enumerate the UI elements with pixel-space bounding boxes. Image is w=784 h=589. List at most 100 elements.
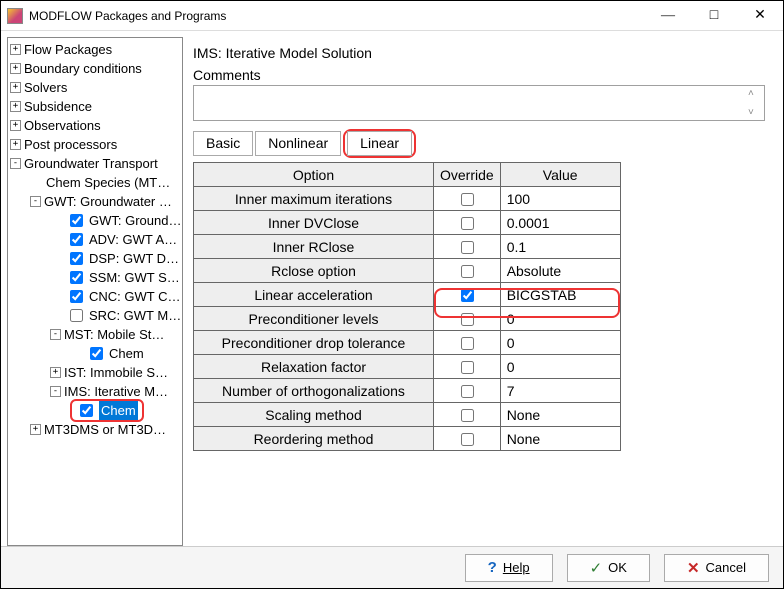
tree-item[interactable]: Chem Species (MT…: [46, 173, 170, 192]
cancel-button[interactable]: ✕Cancel: [664, 554, 769, 582]
window-title: MODFLOW Packages and Programs: [29, 9, 645, 23]
tree-item[interactable]: Chem: [109, 344, 144, 363]
override-checkbox[interactable]: [461, 409, 474, 422]
app-icon: [7, 8, 23, 24]
override-checkbox[interactable]: [461, 265, 474, 278]
tree-item[interactable]: SRC: GWT M…: [89, 306, 181, 325]
col-value: Value: [500, 163, 620, 187]
table-row: Relaxation factor0: [194, 355, 621, 379]
table-row: Inner DVClose0.0001: [194, 211, 621, 235]
value-cell[interactable]: 7: [500, 379, 620, 403]
comments-label: Comments: [193, 67, 765, 83]
tree-item[interactable]: Boundary conditions: [24, 59, 142, 78]
expand-icon[interactable]: +: [10, 82, 21, 93]
dialog-footer: ?Help ✓OK ✕Cancel: [1, 546, 783, 588]
expand-icon[interactable]: +: [50, 367, 61, 378]
override-checkbox[interactable]: [461, 385, 474, 398]
col-override: Override: [434, 163, 501, 187]
value-cell[interactable]: None: [500, 403, 620, 427]
tree-item[interactable]: Subsidence: [24, 97, 92, 116]
tab-linear[interactable]: Linear: [347, 131, 412, 156]
value-cell[interactable]: 0.1: [500, 235, 620, 259]
package-tree[interactable]: +Flow Packages +Boundary conditions +Sol…: [7, 37, 183, 546]
override-checkbox[interactable]: [461, 289, 474, 302]
value-cell[interactable]: 0.0001: [500, 211, 620, 235]
value-cell[interactable]: 100: [500, 187, 620, 211]
tree-item[interactable]: ADV: GWT A…: [89, 230, 177, 249]
tree-item-selected[interactable]: Chem: [99, 401, 138, 420]
tree-item[interactable]: SSM: GWT S…: [89, 268, 180, 287]
table-row: Linear accelerationBICGSTAB: [194, 283, 621, 307]
tree-item[interactable]: DSP: GWT D…: [89, 249, 179, 268]
table-row: Scaling methodNone: [194, 403, 621, 427]
override-checkbox[interactable]: [461, 313, 474, 326]
value-cell[interactable]: 0: [500, 355, 620, 379]
override-checkbox[interactable]: [461, 241, 474, 254]
tree-item[interactable]: MT3DMS or MT3D…: [44, 420, 166, 439]
tree-item[interactable]: Post processors: [24, 135, 117, 154]
tree-item[interactable]: CNC: GWT C…: [89, 287, 180, 306]
title-bar: MODFLOW Packages and Programs ― □ ✕: [1, 1, 783, 31]
table-row: Preconditioner drop tolerance0: [194, 331, 621, 355]
tree-item[interactable]: MST: Mobile St…: [64, 325, 164, 344]
expand-icon[interactable]: +: [10, 120, 21, 131]
value-cell[interactable]: BICGSTAB: [500, 283, 620, 307]
collapse-icon[interactable]: -: [10, 158, 21, 169]
table-row: Number of orthogonalizations7: [194, 379, 621, 403]
panel-title: IMS: Iterative Model Solution: [193, 45, 765, 61]
scroll-up-icon[interactable]: ˄: [748, 88, 762, 99]
collapse-icon[interactable]: -: [50, 386, 61, 397]
override-checkbox[interactable]: [461, 361, 474, 374]
tree-checkbox[interactable]: [90, 347, 103, 360]
maximize-button[interactable]: □: [691, 1, 737, 31]
tree-checkbox[interactable]: [70, 214, 83, 227]
help-icon: ?: [488, 559, 497, 576]
override-checkbox[interactable]: [461, 433, 474, 446]
close-button[interactable]: ✕: [737, 1, 783, 31]
tree-checkbox[interactable]: [70, 290, 83, 303]
collapse-icon[interactable]: -: [50, 329, 61, 340]
minimize-button[interactable]: ―: [645, 1, 691, 31]
expand-icon[interactable]: +: [10, 101, 21, 112]
ok-button[interactable]: ✓OK: [567, 554, 650, 582]
tab-bar: Basic Nonlinear Linear: [193, 129, 765, 158]
expand-icon[interactable]: +: [10, 44, 21, 55]
tree-item[interactable]: Flow Packages: [24, 40, 112, 59]
tree-item[interactable]: GWT: Groundwater …: [44, 192, 172, 211]
close-icon: ✕: [687, 559, 700, 577]
value-cell[interactable]: 0: [500, 331, 620, 355]
tree-checkbox[interactable]: [70, 271, 83, 284]
override-checkbox[interactable]: [461, 217, 474, 230]
tab-nonlinear[interactable]: Nonlinear: [255, 131, 341, 156]
tree-checkbox[interactable]: [70, 233, 83, 246]
value-cell[interactable]: Absolute: [500, 259, 620, 283]
table-row: Inner RClose0.1: [194, 235, 621, 259]
options-grid: Option Override Value Inner maximum iter…: [193, 162, 621, 451]
tree-item[interactable]: Solvers: [24, 78, 67, 97]
expand-icon[interactable]: +: [30, 424, 41, 435]
tree-item[interactable]: Groundwater Transport: [24, 154, 158, 173]
tree-item[interactable]: GWT: Ground…: [89, 211, 181, 230]
comments-textarea[interactable]: ˄˅: [193, 85, 765, 121]
value-cell[interactable]: None: [500, 427, 620, 451]
tree-item[interactable]: IST: Immobile S…: [64, 363, 168, 382]
table-row: Rclose optionAbsolute: [194, 259, 621, 283]
override-checkbox[interactable]: [461, 337, 474, 350]
table-row: Preconditioner levels0: [194, 307, 621, 331]
col-option: Option: [194, 163, 434, 187]
table-row: Reordering methodNone: [194, 427, 621, 451]
override-checkbox[interactable]: [461, 193, 474, 206]
tree-checkbox[interactable]: [70, 252, 83, 265]
expand-icon[interactable]: +: [10, 139, 21, 150]
help-button[interactable]: ?Help: [465, 554, 553, 582]
tree-checkbox[interactable]: [80, 404, 93, 417]
tree-item[interactable]: Observations: [24, 116, 101, 135]
tree-checkbox[interactable]: [70, 309, 83, 322]
check-icon: ✓: [590, 559, 603, 577]
tab-basic[interactable]: Basic: [193, 131, 253, 156]
expand-icon[interactable]: +: [10, 63, 21, 74]
collapse-icon[interactable]: -: [30, 196, 41, 207]
table-row: Inner maximum iterations100: [194, 187, 621, 211]
scroll-down-icon[interactable]: ˅: [748, 107, 762, 118]
value-cell[interactable]: 0: [500, 307, 620, 331]
